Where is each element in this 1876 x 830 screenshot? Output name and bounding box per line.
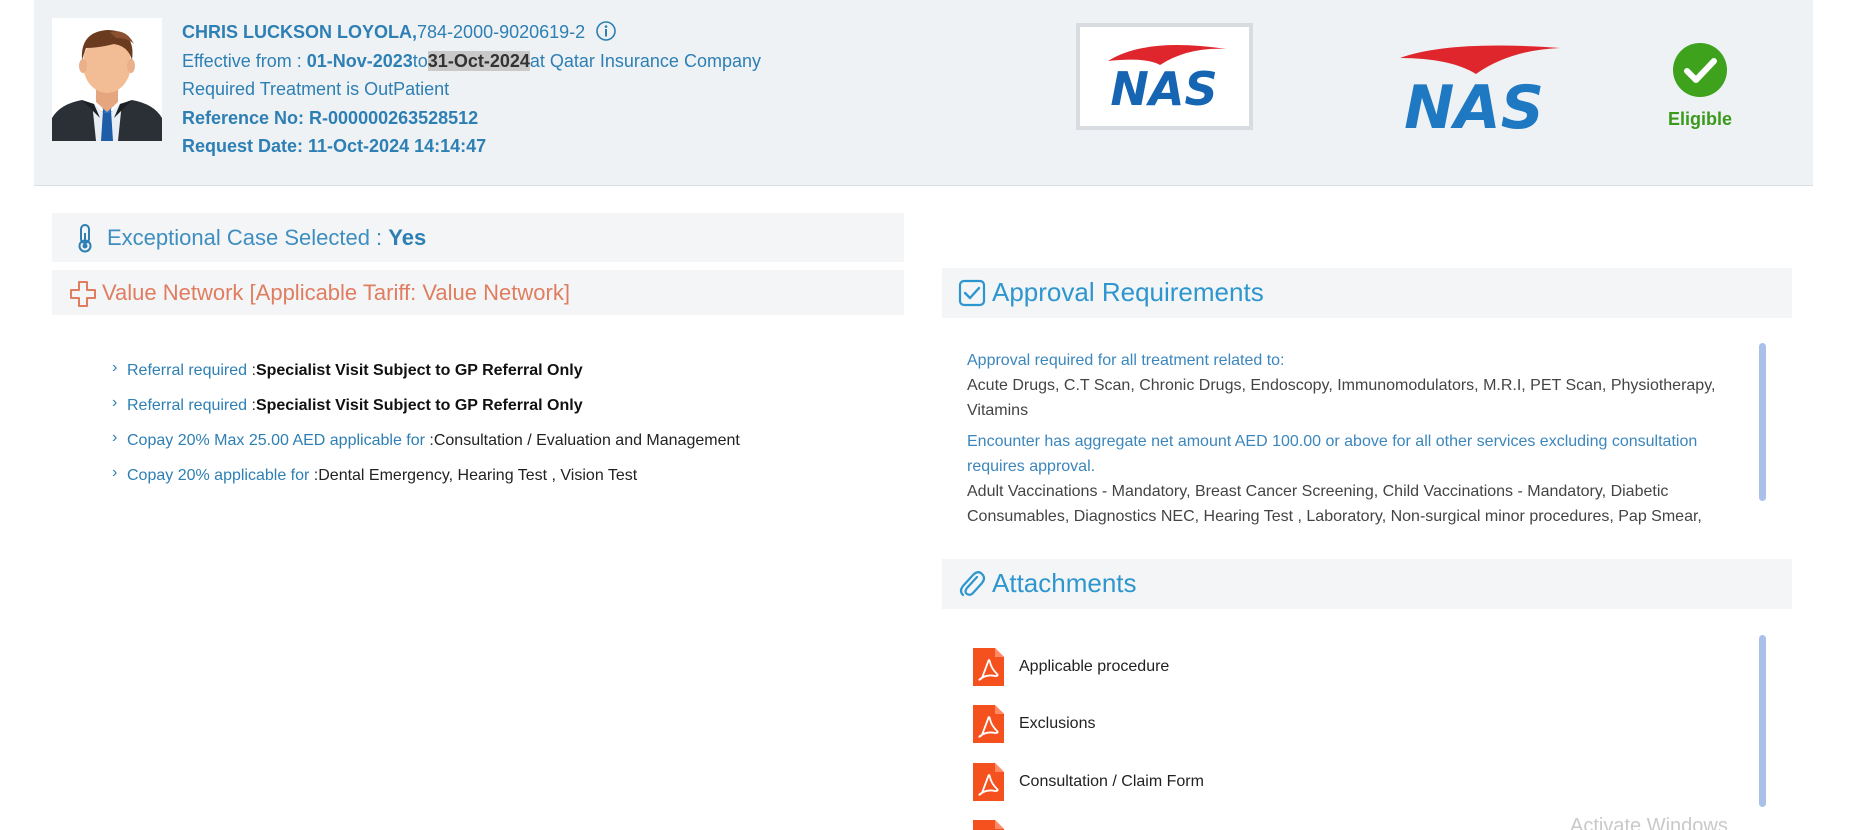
approval-requirements-panel: Approval Requirements [942, 268, 1792, 318]
attachment-name: Exclusions [1019, 715, 1096, 733]
nas-logo-text: NAS [1110, 62, 1217, 116]
benefit-label: Copay 20% Max 25.00 AED applicable for [127, 432, 425, 449]
attachments-title: Attachments [992, 568, 1137, 598]
effective-from-date: 01-Nov-2023 [306, 50, 413, 71]
benefit-value: Dental Emergency, Hearing Test , Vision … [318, 467, 638, 484]
benefit-value: Consultation / Evaluation and Management [433, 432, 740, 449]
member-id: 784-2000-9020619-2 [417, 22, 586, 42]
check-circle-icon [1673, 43, 1727, 97]
benefit-separator: : [309, 467, 319, 484]
attachments-scrollbar[interactable] [1759, 635, 1766, 807]
benefit-separator: : [247, 362, 256, 379]
benefit-label: Copay 20% applicable for [127, 467, 310, 484]
pdf-icon [973, 820, 1004, 830]
attachment-item[interactable]: Consultation / Claim Form [973, 753, 1733, 811]
paperclip-icon [958, 569, 986, 599]
reference-number: Reference No: R-000000263528512 [182, 107, 479, 128]
request-date: Request Date: 11-Oct-2024 14:14:47 [182, 136, 487, 156]
attachment-item[interactable]: Exclusions [973, 696, 1733, 754]
approval-requirements-title: Approval Requirements [992, 277, 1264, 307]
exceptional-case-value: Yes [388, 225, 427, 250]
chevron-right-icon: › [112, 359, 118, 376]
nas-logo-boxed: NAS [1076, 23, 1253, 130]
benefit-item: › Copay 20% Max 25.00 AED applicable for … [112, 429, 892, 467]
effective-to-word: to [412, 50, 428, 71]
pdf-icon [973, 762, 1004, 801]
effective-insurer: at Qatar Insurance Company [529, 50, 761, 71]
windows-activation-watermark: Activate Windows [1570, 815, 1728, 830]
approval-rule: Encounter has aggregate net amount AED 1… [967, 433, 1698, 475]
benefit-separator: : [247, 397, 256, 414]
approval-requirements-list: Approval required for all treatment rela… [967, 348, 1747, 535]
benefit-label: Referral required [127, 397, 248, 414]
network-label: Value Network [Applicable Tariff: Value … [102, 280, 570, 305]
attachment-name: Applicable procedure [1019, 657, 1170, 675]
effective-period: Effective from : 01-Nov-2023to31-Oct-202… [182, 47, 761, 76]
nas-logo: NAS [1390, 40, 1565, 143]
checkbox-icon [958, 279, 986, 307]
effective-prefix: Effective from : [182, 50, 307, 71]
thermometer-icon [72, 223, 98, 253]
benefit-item: › Referral required : Specialist Visit Sub… [112, 394, 892, 432]
benefit-separator: : [424, 432, 434, 449]
member-info: CHRIS LUCKSON LOYOLA,784-2000-9020619-2 … [182, 18, 761, 161]
member-avatar [52, 18, 162, 141]
pdf-icon [973, 705, 1004, 744]
approval-scrollbar[interactable] [1759, 343, 1766, 501]
benefit-label: Referral required [127, 362, 248, 379]
approval-services: Acute Drugs, C.T Scan, Chronic Drugs, En… [967, 377, 1716, 419]
benefit-value: Specialist Visit Subject to GP Referral … [255, 362, 583, 379]
exceptional-case-panel: Exceptional Case Selected : Yes [52, 213, 904, 262]
info-icon[interactable] [595, 20, 617, 42]
attachments-panel: Attachments [942, 559, 1792, 609]
chevron-right-icon: › [112, 429, 118, 446]
attachment-name: Consultation / Claim Form [1019, 772, 1204, 790]
benefit-item: › Copay 20% applicable for : Dental Emerge… [112, 464, 892, 502]
nas-logo-text-large: NAS [1404, 73, 1544, 135]
eligible-label: Eligible [1667, 109, 1732, 129]
attachment-item[interactable]: Applicable procedure [973, 638, 1733, 696]
medical-cross-icon [68, 279, 98, 309]
effective-to-date: 31-Oct-2024 [427, 50, 530, 71]
pdf-icon [973, 647, 1004, 686]
benefit-item: › Referral required : Specialist Visit Sub… [112, 359, 892, 397]
member-name-line: CHRIS LUCKSON LOYOLA,784-2000-9020619-2 [182, 18, 761, 47]
network-panel: Value Network [Applicable Tariff: Value … [52, 270, 904, 315]
attachment-list: Applicable procedure Exclusions Consultati… [973, 638, 1733, 830]
benefit-list: › Referral required : Specialist Visit Sub… [112, 359, 892, 502]
approval-rule: Approval required for all treatment rela… [967, 352, 1285, 369]
chevron-right-icon: › [112, 394, 118, 411]
benefit-value: Specialist Visit Subject to GP Referral … [255, 397, 583, 414]
member-name: CHRIS LUCKSON LOYOLA, [182, 22, 418, 42]
required-treatment: Required Treatment is OutPatient [182, 79, 450, 99]
approval-services: Adult Vaccinations - Mandatory, Breast C… [967, 483, 1702, 525]
eligibility-status: Eligible [1665, 42, 1735, 130]
exceptional-case-label: Exceptional Case Selected : [107, 225, 389, 250]
chevron-right-icon: › [112, 464, 118, 481]
